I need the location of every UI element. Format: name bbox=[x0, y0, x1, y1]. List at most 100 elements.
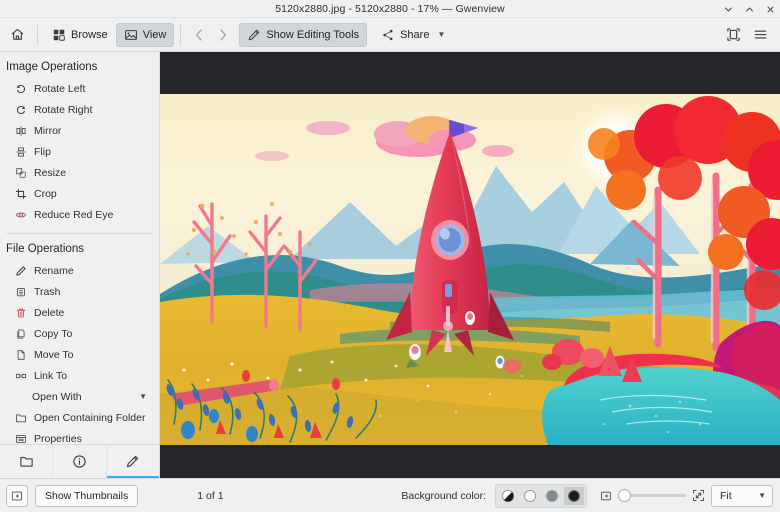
sidebar-item-rotate-left[interactable]: Rotate Left bbox=[0, 78, 159, 99]
swatch-gray-dot bbox=[546, 490, 558, 502]
home-button[interactable] bbox=[4, 23, 31, 47]
sidebar-label: Rename bbox=[34, 265, 74, 277]
sidebar-item-mirror[interactable]: Mirror bbox=[0, 120, 159, 141]
title-bar: 5120x2880.jpg - 5120x2880 - 17% — Gwenvi… bbox=[0, 0, 780, 18]
share-icon bbox=[381, 28, 395, 42]
sidebar-item-link-to[interactable]: Link To bbox=[0, 365, 159, 386]
image-operations-header: Image Operations bbox=[0, 58, 159, 78]
swatch-black[interactable] bbox=[564, 487, 584, 505]
status-bar: Show Thumbnails 1 of 1 Background color: bbox=[0, 478, 780, 512]
close-icon[interactable] bbox=[764, 2, 776, 16]
show-editing-tools-button[interactable]: Show Editing Tools bbox=[239, 23, 367, 47]
background-color-label: Background color: bbox=[401, 490, 486, 502]
operations-sidebar: Image Operations Rotate Left bbox=[0, 52, 160, 478]
properties-icon bbox=[14, 432, 27, 444]
sidebar-label: Move To bbox=[34, 349, 74, 361]
sidebar-label: Trash bbox=[34, 286, 60, 298]
chevron-down-icon: ▼ bbox=[437, 30, 445, 39]
browse-icon bbox=[52, 28, 66, 42]
previous-image-button[interactable] bbox=[187, 23, 211, 47]
image-canvas[interactable] bbox=[160, 52, 780, 478]
maximize-icon[interactable] bbox=[743, 2, 755, 16]
displayed-image[interactable] bbox=[160, 94, 780, 445]
image-counter: 1 of 1 bbox=[197, 490, 223, 502]
link-icon bbox=[14, 369, 27, 382]
share-button[interactable]: Share ▼ bbox=[373, 23, 453, 47]
swatch-gradient[interactable] bbox=[498, 487, 518, 505]
sidebar-item-delete[interactable]: Delete bbox=[0, 302, 159, 323]
zoom-slider-handle[interactable] bbox=[618, 489, 631, 502]
main-toolbar: Browse View bbox=[0, 18, 780, 52]
sidebar-label: Rotate Right bbox=[34, 104, 92, 116]
move-icon bbox=[14, 348, 27, 361]
view-label: View bbox=[143, 29, 167, 41]
view-icon bbox=[124, 28, 138, 42]
pencil-icon bbox=[14, 264, 27, 277]
sidebar-label: Resize bbox=[34, 167, 66, 179]
sidebar-item-info-tab[interactable] bbox=[53, 445, 106, 478]
sidebar-item-properties[interactable]: Properties bbox=[0, 428, 159, 444]
pencil-icon bbox=[247, 28, 261, 42]
sidebar-label: Link To bbox=[34, 370, 67, 382]
main-menu-button[interactable] bbox=[747, 23, 774, 47]
delete-icon bbox=[14, 306, 27, 319]
chevron-down-icon: ▼ bbox=[139, 392, 147, 401]
browse-label: Browse bbox=[71, 29, 108, 41]
sidebar-scroll-area: Image Operations Rotate Left bbox=[0, 52, 159, 444]
next-image-button[interactable] bbox=[211, 23, 235, 47]
copy-icon bbox=[14, 327, 27, 340]
sidebar-item-resize[interactable]: Resize bbox=[0, 162, 159, 183]
chevron-left-icon bbox=[193, 28, 205, 42]
sidebar-label: Open Containing Folder bbox=[34, 412, 146, 424]
sidebar-item-copy-to[interactable]: Copy To bbox=[0, 323, 159, 344]
sidebar-item-trash[interactable]: Trash bbox=[0, 281, 159, 302]
sidebar-item-open-containing-folder[interactable]: Open Containing Folder bbox=[0, 407, 159, 428]
swatch-gray[interactable] bbox=[542, 487, 562, 505]
sidebar-item-edit-tab[interactable] bbox=[107, 445, 159, 478]
zoom-mode-value: Fit bbox=[720, 490, 732, 502]
sidebar-item-flip[interactable]: Flip bbox=[0, 141, 159, 162]
mirror-icon bbox=[14, 124, 27, 137]
swatch-white-dot bbox=[524, 490, 536, 502]
file-operations-header: File Operations bbox=[0, 240, 159, 260]
fullscreen-button[interactable] bbox=[720, 23, 747, 47]
sidebar-label: Mirror bbox=[34, 125, 61, 137]
image-viewer bbox=[160, 52, 780, 478]
sidebar-divider bbox=[6, 233, 153, 234]
sidebar-item-reduce-red-eye[interactable]: Reduce Red Eye bbox=[0, 204, 159, 225]
swatch-white[interactable] bbox=[520, 487, 540, 505]
chevron-down-icon: ▼ bbox=[758, 491, 766, 500]
minimize-icon[interactable] bbox=[722, 2, 734, 16]
sidebar-label: Rotate Left bbox=[34, 83, 85, 95]
zoom-mode-select[interactable]: Fit ▼ bbox=[711, 485, 773, 507]
toolbar-separator-2 bbox=[180, 25, 181, 45]
home-icon bbox=[10, 27, 25, 42]
chevron-right-icon bbox=[217, 28, 229, 42]
show-editing-tools-label: Show Editing Tools bbox=[266, 29, 359, 41]
zoom-fit-icon[interactable] bbox=[692, 489, 705, 502]
info-icon bbox=[72, 454, 87, 469]
sidebar-item-folder-tab[interactable] bbox=[0, 445, 53, 478]
sidebar-item-rotate-right[interactable]: Rotate Right bbox=[0, 99, 159, 120]
flip-icon bbox=[14, 145, 27, 158]
main-body: Image Operations Rotate Left bbox=[0, 52, 780, 478]
sidebar-item-crop[interactable]: Crop bbox=[0, 183, 159, 204]
view-button[interactable]: View bbox=[116, 23, 175, 47]
sidebar-item-open-with[interactable]: Open With ▼ bbox=[0, 386, 159, 407]
thumbnail-panel-toggle[interactable] bbox=[6, 485, 28, 507]
window-title: 5120x2880.jpg - 5120x2880 - 17% — Gwenvi… bbox=[275, 3, 505, 15]
browse-button[interactable]: Browse bbox=[44, 23, 116, 47]
zoom-controls: Fit ▼ bbox=[600, 485, 773, 507]
gwenview-window: 5120x2880.jpg - 5120x2880 - 17% — Gwenvi… bbox=[0, 0, 780, 512]
sidebar-label: Reduce Red Eye bbox=[34, 209, 113, 221]
red-eye-icon bbox=[14, 208, 27, 221]
zoom-slider[interactable] bbox=[618, 488, 686, 504]
sidebar-item-move-to[interactable]: Move To bbox=[0, 344, 159, 365]
fullscreen-icon bbox=[726, 27, 741, 42]
share-label: Share bbox=[400, 29, 429, 41]
zoom-out-icon[interactable] bbox=[600, 490, 612, 502]
crop-icon bbox=[14, 187, 27, 200]
show-thumbnails-button[interactable]: Show Thumbnails bbox=[35, 485, 138, 507]
sidebar-item-rename[interactable]: Rename bbox=[0, 260, 159, 281]
sidebar-label: Open With bbox=[32, 391, 82, 403]
